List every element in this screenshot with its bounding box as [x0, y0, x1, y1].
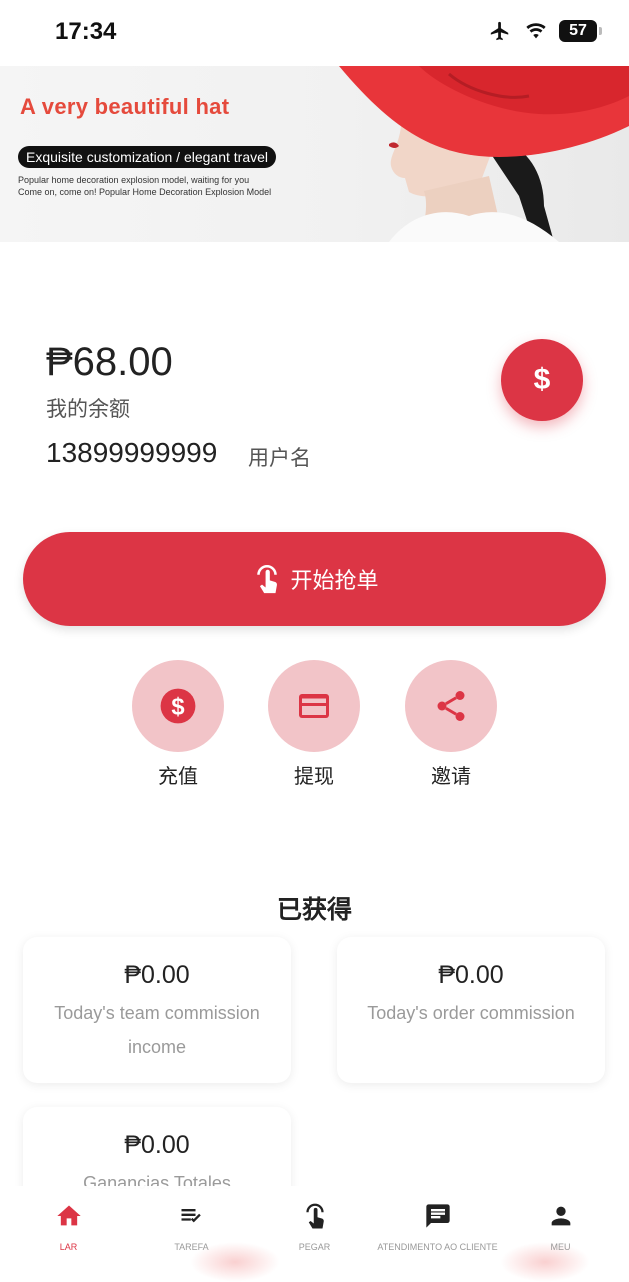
earnings-card-label: Today's team commission income: [54, 1003, 260, 1057]
action-recharge-circle[interactable]: $: [132, 660, 224, 752]
action-withdraw[interactable]: 提现: [268, 660, 360, 789]
nav-item-label: MEU: [550, 1242, 571, 1252]
task-list-icon: [181, 1209, 201, 1223]
status-icons: 57: [487, 20, 602, 42]
dollar-icon: $: [533, 363, 551, 396]
nav-item-label: LAR: [59, 1242, 78, 1252]
action-recharge[interactable]: $ 充值: [132, 660, 224, 789]
share-icon: [437, 691, 465, 721]
tap-hand-icon: [305, 1203, 324, 1229]
nav-item-grab[interactable]: PEGAR: [252, 1200, 377, 1252]
nav-item-customer-service[interactable]: ATENDIMENTO AO CLIENTE: [375, 1200, 500, 1252]
nav-item-label: TAREFA: [174, 1242, 209, 1252]
airplane-icon: [490, 21, 509, 41]
banner-title: A very beautiful hat: [20, 94, 230, 119]
banner-tagline: Exquisite customization / elegant travel: [18, 146, 277, 168]
banner-description: Popular home decoration explosion model,…: [18, 174, 271, 198]
battery-indicator: 57: [559, 20, 602, 42]
status-bar: 17:34 57: [0, 0, 629, 66]
home-icon: [56, 1205, 81, 1226]
action-withdraw-label: 提现: [294, 764, 334, 788]
earnings-card-label: Today's order commission: [367, 1003, 575, 1023]
nav-item-home[interactable]: LAR: [6, 1200, 131, 1252]
earnings-card-order-commission: ₱0.00 Today's order commission: [337, 937, 605, 1083]
nav-item-task[interactable]: TAREFA: [129, 1200, 254, 1252]
earnings-card-value: ₱0.00: [124, 1131, 190, 1159]
start-grab-order-button[interactable]: 开始抢单: [23, 532, 606, 626]
start-grab-order-label: 开始抢单: [290, 569, 379, 594]
username-label: 用户名: [248, 446, 311, 470]
action-recharge-label: 充值: [158, 764, 198, 788]
balance-amount: ₱68.00: [46, 340, 173, 384]
account-number: 13899999999: [46, 437, 218, 468]
promo-banner[interactable]: A very beautiful hat Exquisite customiza…: [0, 66, 629, 242]
chat-icon: [425, 1204, 450, 1228]
banner-description-line2: Come on, come on! Popular Home Decoratio…: [18, 187, 272, 197]
earnings-title: 已获得: [276, 895, 352, 924]
svg-text:$: $: [171, 694, 184, 721]
nav-item-me[interactable]: MEU: [498, 1200, 623, 1252]
wifi-icon: [526, 23, 546, 39]
bottom-navigation: LAR TAREFA PEGAR ATENDIMENTO AO CLIENTE …: [0, 1186, 629, 1282]
action-invite-circle[interactable]: [405, 660, 497, 752]
person-icon: [551, 1206, 570, 1226]
action-withdraw-circle[interactable]: [268, 660, 360, 752]
status-time: 17:34: [55, 18, 117, 45]
dollar-circle-icon: $: [160, 688, 196, 724]
balance-dollar-button[interactable]: $: [501, 339, 583, 421]
nav-item-label: PEGAR: [298, 1242, 331, 1252]
earnings-card-team-commission: ₱0.00 Today's team commission income: [23, 937, 291, 1083]
earnings-card-value: ₱0.00: [124, 961, 190, 989]
banner-description-line1: Popular home decoration explosion model,…: [18, 175, 250, 185]
banner-model-image: [339, 66, 629, 242]
nav-item-label: ATENDIMENTO AO CLIENTE: [377, 1242, 498, 1252]
action-invite-label: 邀请: [431, 764, 471, 788]
tap-hand-icon: [257, 565, 278, 594]
earnings-card-value: ₱0.00: [438, 961, 504, 989]
action-invite[interactable]: 邀请: [405, 660, 497, 789]
balance-label: 我的余额: [46, 397, 130, 421]
credit-card-icon: [299, 694, 329, 718]
